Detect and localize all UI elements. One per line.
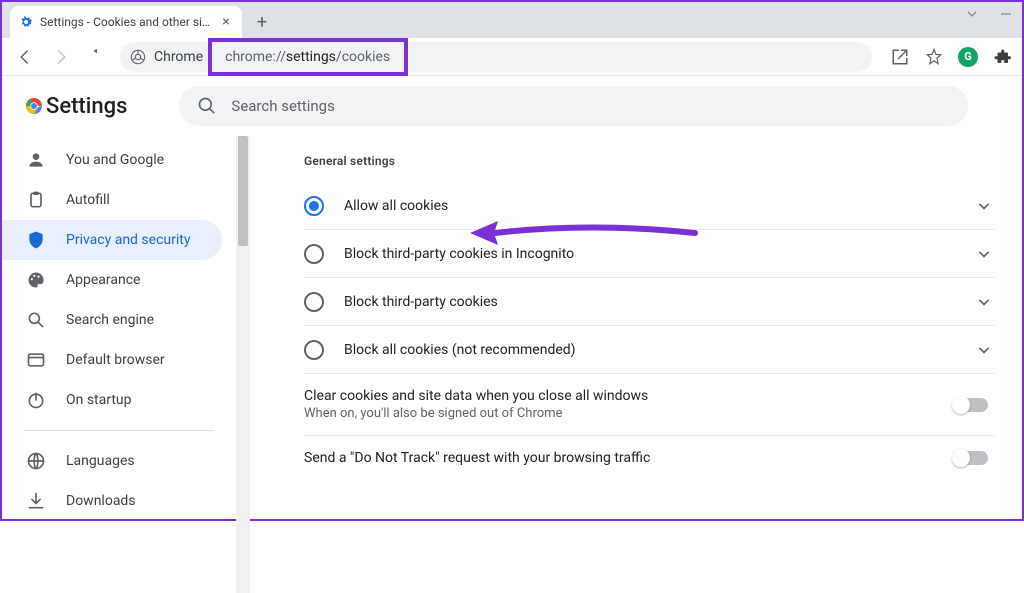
clipboard-icon bbox=[26, 190, 46, 210]
sidebar-item-search-engine[interactable]: Search engine bbox=[2, 300, 222, 340]
address-bar[interactable]: Chrome chrome://settings/cookies bbox=[120, 42, 872, 72]
browser-tab[interactable]: Settings - Cookies and other site × bbox=[10, 6, 242, 38]
extensions-icon[interactable] bbox=[992, 47, 1012, 67]
settings-sidebar: You and Google Autofill Privacy and secu… bbox=[2, 136, 236, 593]
bookmark-icon[interactable] bbox=[924, 47, 944, 67]
radio-button[interactable] bbox=[304, 196, 324, 216]
power-icon bbox=[26, 390, 46, 410]
sidebar-item-default-browser[interactable]: Default browser bbox=[2, 340, 222, 380]
sidebar-item-autofill[interactable]: Autofill bbox=[2, 180, 222, 220]
close-icon[interactable]: × bbox=[218, 14, 234, 30]
sidebar-item-label: Search engine bbox=[66, 312, 154, 328]
chevron-down-icon[interactable] bbox=[974, 244, 994, 264]
person-icon bbox=[26, 150, 46, 170]
sidebar-separator bbox=[24, 430, 214, 431]
section-title: General settings bbox=[304, 154, 994, 168]
row-title: Clear cookies and site data when you clo… bbox=[304, 388, 940, 404]
option-label: Block third-party cookies in Incognito bbox=[344, 246, 954, 262]
window-caret-icon[interactable] bbox=[966, 8, 978, 20]
tab-title: Settings - Cookies and other site bbox=[40, 15, 212, 29]
back-button[interactable] bbox=[12, 44, 38, 70]
sidebar-item-you-and-google[interactable]: You and Google bbox=[2, 140, 222, 180]
window-buttons bbox=[966, 8, 1012, 20]
grammarly-extension-icon[interactable]: G bbox=[958, 47, 978, 67]
search-icon bbox=[197, 96, 217, 116]
shield-icon bbox=[26, 230, 46, 250]
url-prefix-label: Chrome bbox=[154, 49, 203, 65]
radio-button[interactable] bbox=[304, 244, 324, 264]
new-tab-button[interactable]: + bbox=[248, 8, 276, 36]
chevron-down-icon[interactable] bbox=[974, 292, 994, 312]
option-label: Allow all cookies bbox=[344, 198, 954, 214]
row-title: Send a "Do Not Track" request with your … bbox=[304, 450, 940, 466]
sidebar-item-languages[interactable]: Languages bbox=[2, 441, 222, 481]
sidebar-item-label: Downloads bbox=[66, 493, 136, 509]
option-label: Block third-party cookies bbox=[344, 294, 954, 310]
search-icon bbox=[26, 310, 46, 330]
browser-toolbar: Chrome chrome://settings/cookies G bbox=[2, 38, 1022, 76]
option-label: Block all cookies (not recommended) bbox=[344, 342, 954, 358]
browser-icon bbox=[26, 350, 46, 370]
url-text: chrome://settings/cookies bbox=[225, 49, 390, 65]
share-icon[interactable] bbox=[890, 47, 910, 67]
globe-icon bbox=[26, 451, 46, 471]
tab-strip: Settings - Cookies and other site × + bbox=[2, 2, 1022, 38]
search-placeholder: Search settings bbox=[231, 97, 334, 115]
do-not-track-row[interactable]: Send a "Do Not Track" request with your … bbox=[304, 436, 994, 480]
cookie-option-block-incognito[interactable]: Block third-party cookies in Incognito bbox=[304, 230, 994, 278]
sidebar-item-label: Default browser bbox=[66, 352, 165, 368]
settings-header: Settings Search settings bbox=[2, 76, 1022, 136]
sidebar-item-appearance[interactable]: Appearance bbox=[2, 260, 222, 300]
sidebar-item-label: Appearance bbox=[66, 272, 140, 288]
cookie-option-block-all[interactable]: Block all cookies (not recommended) bbox=[304, 326, 994, 374]
scrollbar-thumb[interactable] bbox=[238, 136, 248, 246]
palette-icon bbox=[26, 270, 46, 290]
download-icon bbox=[26, 491, 46, 511]
minimize-icon[interactable] bbox=[1000, 8, 1012, 20]
sidebar-item-label: On startup bbox=[66, 392, 132, 408]
radio-button[interactable] bbox=[304, 292, 324, 312]
forward-button[interactable] bbox=[48, 44, 74, 70]
gear-icon bbox=[18, 14, 34, 30]
sidebar-item-label: Languages bbox=[66, 453, 135, 469]
chevron-down-icon[interactable] bbox=[974, 340, 994, 360]
sidebar-item-on-startup[interactable]: On startup bbox=[2, 380, 222, 420]
sidebar-item-label: Autofill bbox=[66, 192, 110, 208]
settings-main: General settings Allow all cookies Block… bbox=[250, 136, 1022, 593]
toggle-switch[interactable] bbox=[954, 451, 988, 465]
sidebar-item-downloads[interactable]: Downloads bbox=[2, 481, 222, 521]
radio-button[interactable] bbox=[304, 340, 324, 360]
reload-button[interactable] bbox=[84, 44, 110, 70]
chevron-down-icon[interactable] bbox=[974, 196, 994, 216]
search-settings-input[interactable]: Search settings bbox=[179, 86, 968, 126]
row-subtitle: When on, you'll also be signed out of Ch… bbox=[304, 406, 940, 421]
cookie-option-allow-all[interactable]: Allow all cookies bbox=[304, 182, 994, 230]
chrome-logo-icon bbox=[22, 94, 46, 118]
clear-cookies-on-close-row[interactable]: Clear cookies and site data when you clo… bbox=[304, 374, 994, 436]
toggle-switch[interactable] bbox=[954, 398, 988, 412]
sidebar-item-label: Privacy and security bbox=[66, 232, 190, 248]
sidebar-item-privacy[interactable]: Privacy and security bbox=[2, 220, 222, 260]
site-info-icon[interactable] bbox=[130, 49, 146, 65]
cookie-option-block-third-party[interactable]: Block third-party cookies bbox=[304, 278, 994, 326]
page-title: Settings bbox=[46, 94, 127, 119]
sidebar-scrollbar[interactable] bbox=[236, 136, 250, 593]
sidebar-item-label: You and Google bbox=[66, 152, 164, 168]
